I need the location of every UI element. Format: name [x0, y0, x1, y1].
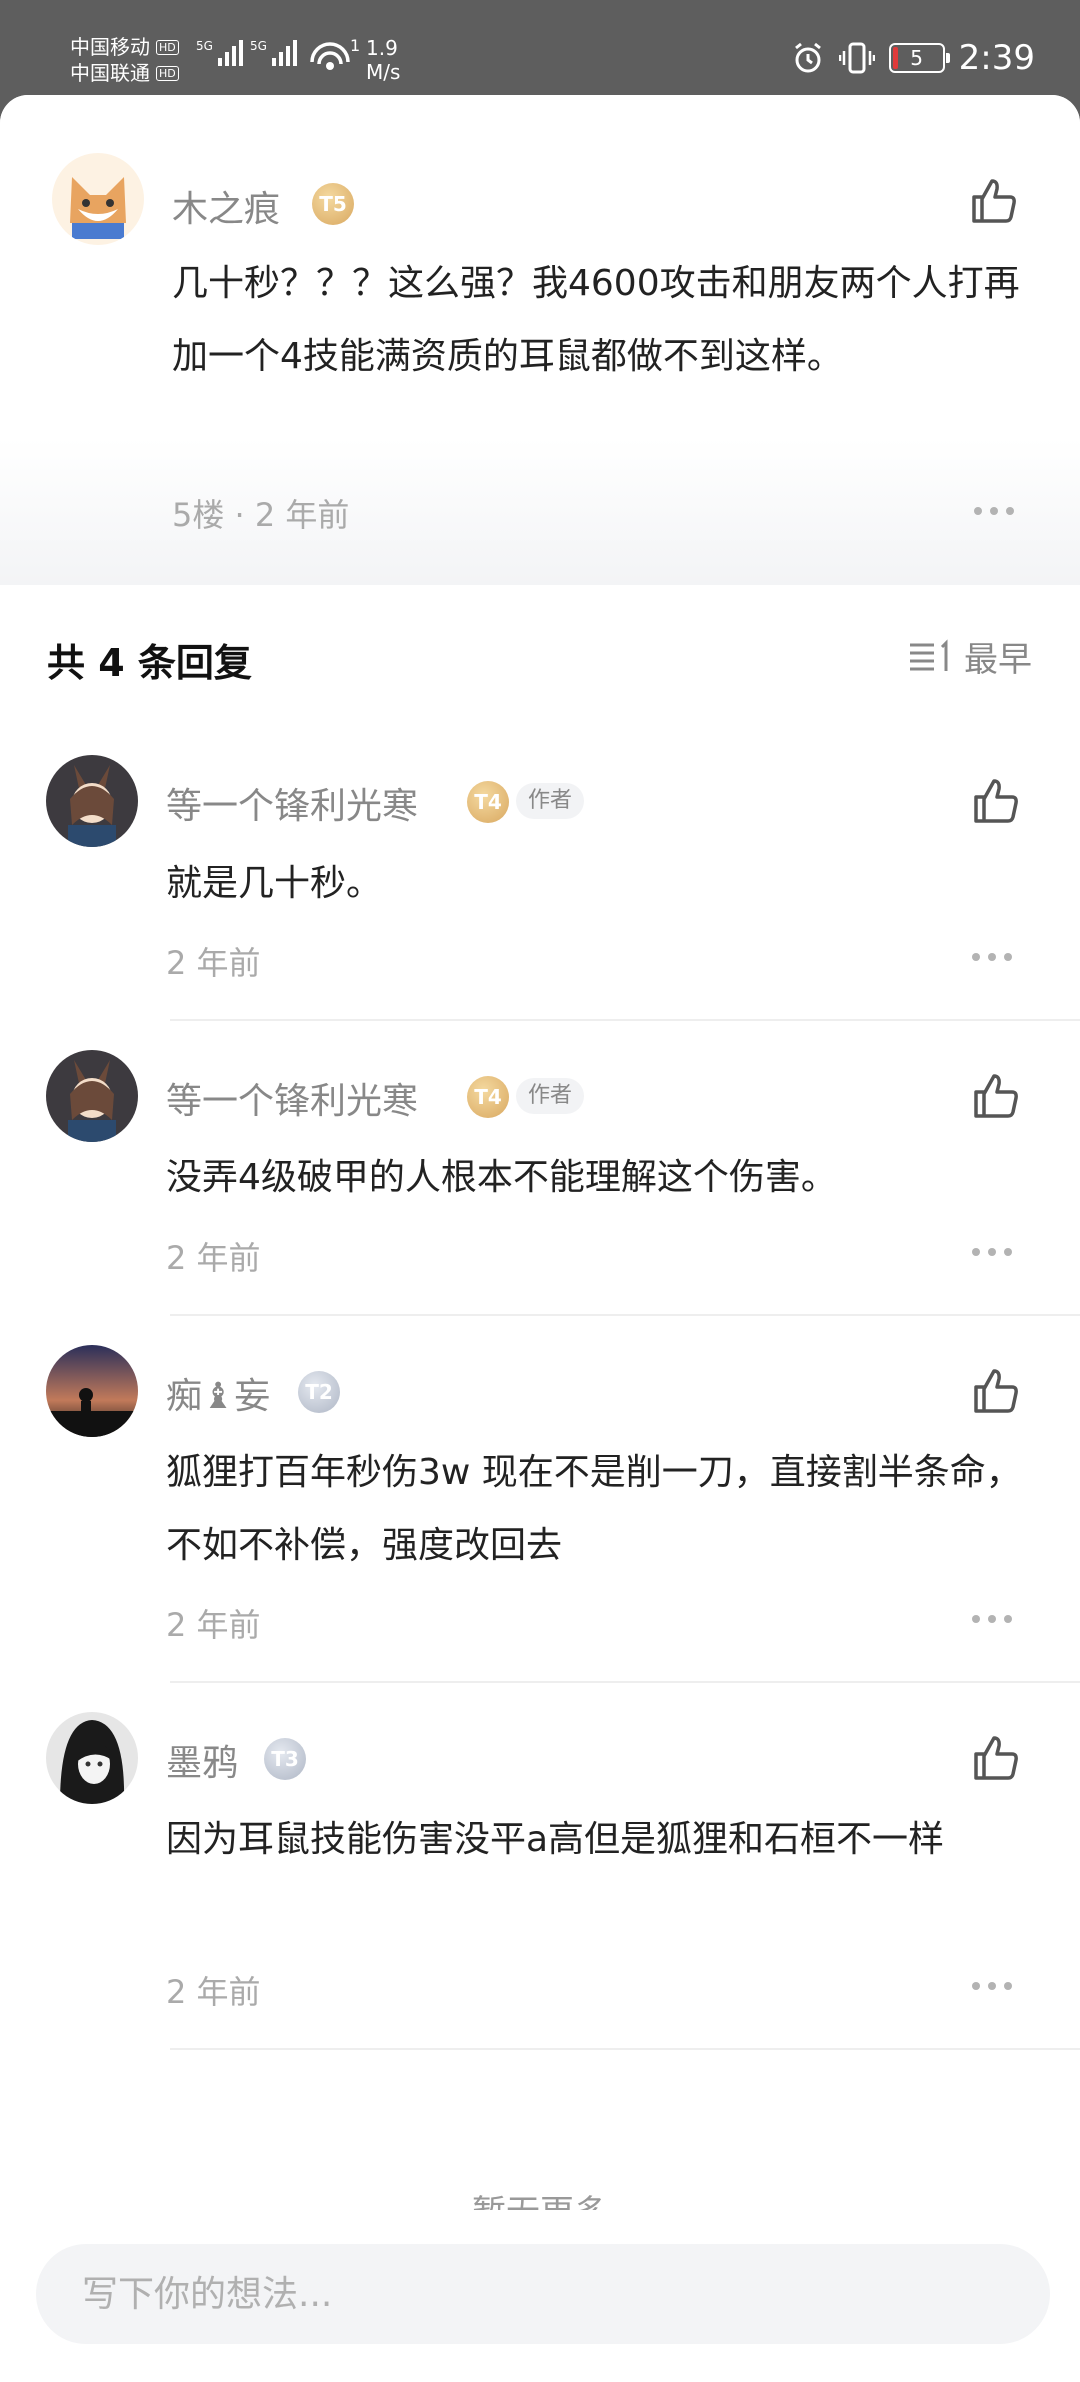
- more-icon[interactable]: [972, 1615, 1012, 1627]
- reply-time: 2 年前: [166, 1239, 261, 1277]
- comment-meta: 5楼 · 2 年前: [172, 496, 350, 534]
- more-icon[interactable]: [972, 953, 1012, 965]
- avatar[interactable]: [46, 1712, 138, 1804]
- carrier-info: 中国移动 HD 中国联通 HD: [70, 34, 179, 86]
- speed-value: 1.9: [366, 36, 398, 60]
- network-type-1: 5G: [196, 39, 213, 53]
- more-icon[interactable]: [974, 507, 1014, 519]
- avatar[interactable]: [46, 1345, 138, 1437]
- reply-time: 2 年前: [166, 944, 261, 982]
- reply-author[interactable]: 墨鸦: [166, 1734, 238, 1786]
- signal-2-icon: 5G: [250, 40, 297, 66]
- vibrate-icon: [838, 42, 875, 74]
- reply-time: 2 年前: [166, 1973, 261, 2011]
- comment-text: 几十秒？？？这么强？我4600攻击和朋友两个人打再加一个4技能满资质的耳鼠都做不…: [172, 263, 1020, 377]
- reply-text: 狐狸打百年秒伤3w 现在不是削一刀，直接割半条命，不如不补偿，强度改回去: [166, 1452, 1022, 1566]
- comment-author[interactable]: 木之痕: [172, 180, 280, 232]
- level-badge: T2: [298, 1371, 340, 1413]
- divider: [170, 1314, 1080, 1316]
- like-icon[interactable]: [970, 1070, 1022, 1122]
- status-right: 5 2:39: [791, 38, 1035, 78]
- divider: [170, 2048, 1080, 2050]
- comment-composer: [0, 2210, 1080, 2382]
- network-type-2: 5G: [250, 39, 267, 53]
- status-bar: 中国移动 HD 中国联通 HD 5G 5G 1 1.9 M/s 5 2:39: [0, 0, 1080, 100]
- divider: [170, 1681, 1080, 1683]
- reply-text: 因为耳鼠技能伤害没平a高但是狐狸和石桓不一样: [166, 1819, 945, 1860]
- hd-badge-2: HD: [156, 65, 179, 81]
- level-badge: T5: [312, 183, 354, 225]
- avatar[interactable]: [46, 755, 138, 847]
- level-badge: T3: [264, 1738, 306, 1780]
- reply-time: 2 年前: [166, 1606, 261, 1644]
- like-icon[interactable]: [970, 775, 1022, 827]
- network-speed: 1.9 M/s: [366, 36, 400, 84]
- battery-level: 5: [910, 46, 923, 70]
- carrier-1: 中国移动: [70, 35, 150, 59]
- reply-text: 就是几十秒。: [166, 863, 383, 904]
- avatar[interactable]: [46, 1050, 138, 1142]
- signal-1-icon: 5G: [196, 40, 243, 66]
- sort-label: 最早: [964, 640, 1032, 680]
- like-icon[interactable]: [968, 175, 1020, 227]
- comment-input[interactable]: [36, 2244, 1050, 2344]
- avatar[interactable]: [52, 153, 144, 245]
- like-icon[interactable]: [970, 1365, 1022, 1417]
- replies-sheet: 木之痕 T5 几十秒？？？这么强？我4600攻击和朋友两个人打再加一个4技能满资…: [0, 95, 1080, 2382]
- author-tag: 作者: [516, 1078, 585, 1114]
- clock: 2:39: [958, 38, 1035, 78]
- divider: [170, 1019, 1080, 1021]
- hd-badge-1: HD: [156, 39, 179, 55]
- carrier-2: 中国联通: [70, 61, 150, 85]
- sort-toggle[interactable]: 最早: [908, 632, 1032, 681]
- reply-author[interactable]: 等一个锋利光寒: [166, 777, 418, 829]
- battery-icon: 5: [888, 43, 950, 73]
- like-icon[interactable]: [970, 1732, 1022, 1784]
- wifi-icon: 1: [308, 36, 360, 80]
- speed-unit: M/s: [366, 60, 401, 84]
- reply-text: 没弄4级破甲的人根本不能理解这个伤害。: [166, 1157, 837, 1198]
- replies-count-title: 共 4 条回复: [47, 641, 252, 685]
- reply-author[interactable]: 等一个锋利光寒: [166, 1072, 418, 1124]
- sort-icon: [910, 638, 948, 671]
- author-tag: 作者: [516, 783, 585, 819]
- alarm-icon: [794, 42, 821, 73]
- more-icon[interactable]: [972, 1248, 1012, 1260]
- level-badge: T4: [467, 781, 509, 823]
- level-badge: T4: [467, 1076, 509, 1118]
- more-icon[interactable]: [972, 1982, 1012, 1994]
- wifi-sup: 1: [350, 36, 361, 55]
- reply-author[interactable]: 痴♝妄: [166, 1367, 270, 1419]
- main-comment: 木之痕 T5 几十秒？？？这么强？我4600攻击和朋友两个人打再加一个4技能满资…: [0, 95, 1080, 585]
